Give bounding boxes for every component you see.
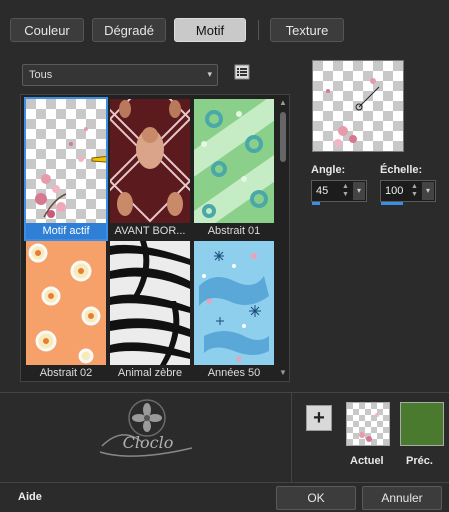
pattern-caption: Abstrait 01	[207, 225, 261, 237]
cloclo-watermark-logo: Cloclo	[99, 399, 193, 457]
tab-couleur[interactable]: Couleur	[10, 18, 84, 42]
section-divider	[0, 392, 449, 393]
angle-label: Angle:	[311, 164, 346, 176]
pattern-thumb-abstrait-02[interactable]: Abstrait 02	[26, 241, 106, 381]
pattern-thumb-avant-bor[interactable]: AVANT BOR...	[110, 99, 190, 239]
scroll-down-icon[interactable]: ▼	[278, 368, 288, 378]
ok-button[interactable]: OK	[276, 486, 356, 510]
spinner-arrows-icon[interactable]: ▲ ▼	[411, 183, 421, 199]
footer-divider	[0, 482, 449, 483]
pattern-caption: Animal zèbre	[117, 367, 183, 379]
scroll-up-icon[interactable]: ▲	[278, 98, 288, 108]
scale-label: Échelle:	[380, 164, 423, 176]
svg-text:Cloclo: Cloclo	[123, 433, 174, 452]
add-pattern-button[interactable]: +	[306, 405, 332, 431]
pointing-hand-icon	[91, 155, 106, 164]
pattern-caption: Années 50	[207, 367, 261, 379]
view-list-icon[interactable]	[234, 64, 250, 80]
zebra-stripes-pattern-icon	[110, 241, 190, 365]
scale-slider-bar[interactable]	[381, 202, 403, 205]
fifties-atomic-pattern-icon	[194, 241, 274, 365]
angle-slider-bar[interactable]	[312, 202, 320, 205]
woman-diamond-frame-pattern-icon	[110, 99, 190, 223]
cherry-blossom-checker-pattern-icon	[26, 99, 106, 223]
cancel-button[interactable]: Annuler	[362, 486, 442, 510]
green-circles-pattern-icon	[194, 99, 274, 223]
pattern-grid-scrollbar[interactable]: ▲ ▼	[278, 98, 288, 378]
category-select-value: Tous	[29, 69, 53, 81]
current-pattern-swatch[interactable]	[346, 402, 390, 446]
previous-label: Préc.	[406, 455, 433, 467]
scrollbar-thumb[interactable]	[280, 112, 286, 162]
scale-value: 100	[385, 185, 404, 197]
scale-input[interactable]: 100 ▲ ▼ ▾	[380, 180, 436, 205]
chevron-down-icon[interactable]: ▾	[353, 182, 365, 200]
orange-circles-pattern-icon	[26, 241, 106, 365]
help-link[interactable]: Aide	[18, 491, 42, 503]
previous-color-fill	[401, 403, 443, 445]
tab-texture[interactable]: Texture	[270, 18, 344, 42]
chevron-down-icon: ▾	[207, 69, 212, 79]
section-divider-vertical	[291, 392, 292, 482]
pattern-caption: AVANT BOR...	[114, 225, 186, 237]
chevron-down-icon[interactable]: ▾	[422, 182, 434, 200]
pattern-caption: Motif actif	[26, 223, 106, 239]
angle-value: 45	[316, 185, 329, 197]
tab-degrade[interactable]: Dégradé	[92, 18, 166, 42]
pattern-thumb-annees-50[interactable]: Années 50	[194, 241, 274, 381]
tab-motif[interactable]: Motif	[174, 18, 246, 42]
current-label: Actuel	[350, 455, 384, 467]
pattern-thumb-motif-actif[interactable]: Motif actif	[24, 97, 108, 241]
pattern-caption: Abstrait 02	[39, 367, 93, 379]
angle-input[interactable]: 45 ▲ ▼ ▾	[311, 180, 367, 205]
pattern-preview[interactable]	[312, 60, 404, 152]
spinner-arrows-icon[interactable]: ▲ ▼	[342, 183, 352, 199]
pattern-thumb-animal-zebre[interactable]: Animal zèbre	[110, 241, 190, 381]
tab-divider	[258, 20, 259, 40]
category-select[interactable]: Tous ▾	[22, 64, 218, 86]
pattern-grid: Motif actif AVANT BOR... Abstrait 01 Abs…	[20, 94, 290, 382]
previous-color-swatch[interactable]	[400, 402, 444, 446]
pattern-thumb-abstrait-01[interactable]: Abstrait 01	[194, 99, 274, 239]
